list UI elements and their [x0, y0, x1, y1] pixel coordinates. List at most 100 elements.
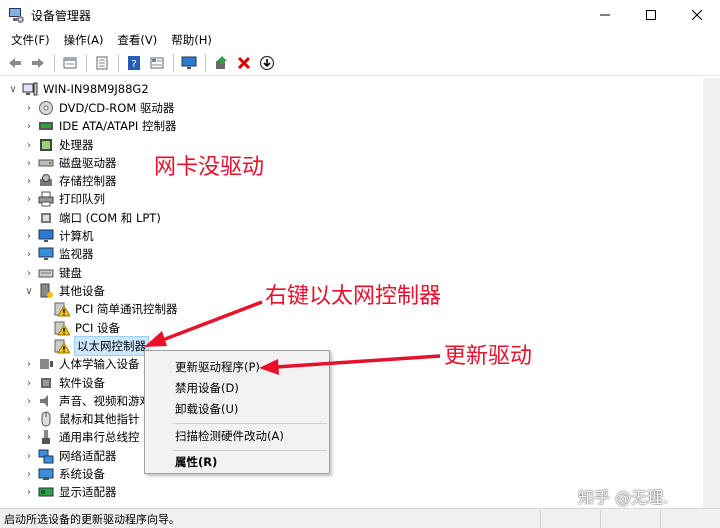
expand-chevron-icon[interactable]: ›: [24, 465, 34, 483]
hid-icon: [38, 356, 54, 372]
uninstall-icon: [237, 56, 251, 69]
toolbar-separator: [86, 53, 87, 72]
tree-item[interactable]: › 系统设备: [24, 465, 105, 483]
toolbar-separator: [173, 53, 174, 72]
tree-item-label: 其他设备: [59, 284, 105, 298]
maximize-button[interactable]: [628, 0, 674, 30]
properties-button[interactable]: [59, 52, 81, 74]
menu-help[interactable]: 帮助(H): [164, 30, 219, 50]
tree-item-label: 打印队列: [59, 192, 105, 206]
tree-item[interactable]: › 打印队列: [24, 190, 105, 208]
expand-chevron-icon[interactable]: ›: [24, 117, 34, 135]
expand-chevron-icon[interactable]: ›: [24, 136, 34, 154]
tree-item[interactable]: › 声音、视频和游戏: [24, 392, 151, 410]
tree-item[interactable]: PCI 设备: [40, 319, 120, 337]
collapse-chevron-icon[interactable]: ∨: [8, 80, 18, 98]
dvd-icon: [38, 100, 54, 116]
tree-item-label: 磁盘驱动器: [59, 156, 117, 170]
expand-chevron-icon[interactable]: ›: [24, 392, 34, 410]
expand-chevron-icon[interactable]: ›: [24, 245, 34, 263]
update-driver-button[interactable]: [210, 52, 232, 74]
system-device-icon: [38, 466, 54, 482]
tree-item[interactable]: › 鼠标和其他指针: [24, 410, 140, 428]
scan-button[interactable]: [256, 52, 278, 74]
list-icon: [96, 56, 108, 69]
tree-item-label: 软件设备: [59, 376, 105, 390]
uninstall-button[interactable]: [233, 52, 255, 74]
tree-item-label: 计算机: [59, 229, 94, 243]
expand-chevron-icon[interactable]: ›: [24, 410, 34, 428]
ctx-properties[interactable]: 属性(R): [145, 452, 329, 473]
tree-item[interactable]: › 端口 (COM 和 LPT): [24, 209, 161, 227]
menu-file[interactable]: 文件(F): [4, 30, 57, 50]
expand-chevron-icon[interactable]: ›: [24, 374, 34, 392]
tree-item-label: 声音、视频和游戏: [59, 394, 151, 408]
annotation-update-driver: 更新驱动: [444, 344, 533, 369]
menu-view[interactable]: 查看(V): [110, 30, 164, 50]
tree-item[interactable]: › 显示适配器: [24, 483, 117, 501]
menu-action[interactable]: 操作(A): [57, 30, 111, 50]
expand-chevron-icon[interactable]: ›: [24, 190, 34, 208]
tree-item[interactable]: › 处理器: [24, 136, 94, 154]
help-icon: ?: [128, 55, 140, 70]
annotation-right-click: 右键以太网控制器: [265, 284, 442, 309]
ctx-separator: [173, 450, 327, 451]
list-button[interactable]: [91, 52, 113, 74]
monitor-button[interactable]: [178, 52, 200, 74]
expand-chevron-icon[interactable]: ›: [24, 428, 34, 446]
expand-chevron-icon[interactable]: ›: [24, 355, 34, 373]
back-arrow-icon: [9, 57, 21, 68]
forward-button[interactable]: [27, 52, 49, 74]
tree-item-label: 鼠标和其他指针: [59, 412, 140, 426]
tree-item[interactable]: › 网络适配器: [24, 447, 117, 465]
svg-text:?: ?: [131, 59, 136, 70]
software-device-icon: [38, 375, 54, 391]
tree-item[interactable]: PCI 简单通讯控制器: [40, 300, 178, 318]
expand-chevron-icon[interactable]: ›: [24, 447, 34, 465]
view-button[interactable]: [146, 52, 168, 74]
help-button[interactable]: ?: [123, 52, 145, 74]
toolbar-separator: [205, 53, 206, 72]
expand-chevron-icon[interactable]: ›: [24, 172, 34, 190]
expand-chevron-icon[interactable]: ›: [24, 227, 34, 245]
tree-item[interactable]: › 监视器: [24, 245, 94, 263]
collapse-chevron-icon[interactable]: ∨: [24, 282, 34, 300]
tree-item-label: 端口 (COM 和 LPT): [59, 211, 161, 225]
context-menu: 更新驱动程序(P) 禁用设备(D) 卸载设备(U) 扫描检测硬件改动(A) 属性…: [144, 350, 330, 474]
ctx-scan-hardware[interactable]: 扫描检测硬件改动(A): [145, 426, 329, 447]
sound-icon: [38, 393, 54, 409]
back-button[interactable]: [4, 52, 26, 74]
expand-chevron-icon[interactable]: ›: [24, 264, 34, 282]
tree-item-label: 以太网控制器: [74, 336, 149, 356]
tree-item-selected[interactable]: 以太网控制器: [40, 336, 149, 356]
tree-item[interactable]: › 存储控制器: [24, 172, 117, 190]
vertical-scrollbar[interactable]: [703, 78, 720, 508]
tree-item[interactable]: › IDE ATA/ATAPI 控制器: [24, 117, 176, 135]
ctx-uninstall-device[interactable]: 卸载设备(U): [145, 399, 329, 420]
tree-item-label: 监视器: [59, 247, 94, 261]
tree-item[interactable]: ∨ 其他设备: [24, 282, 105, 300]
expand-chevron-icon[interactable]: ›: [24, 99, 34, 117]
tree-item[interactable]: › 键盘: [24, 264, 82, 282]
expand-chevron-icon[interactable]: ›: [24, 154, 34, 172]
ctx-disable-device[interactable]: 禁用设备(D): [145, 378, 329, 399]
printer-icon: [38, 191, 54, 207]
keyboard-icon: [38, 265, 54, 281]
tree-item[interactable]: › DVD/CD-ROM 驱动器: [24, 99, 174, 117]
expand-chevron-icon[interactable]: ›: [24, 209, 34, 227]
tree-root[interactable]: ∨ WIN-IN98M9J88G2: [8, 80, 148, 98]
ctx-update-driver[interactable]: 更新驱动程序(P): [145, 357, 329, 378]
processor-icon: [38, 137, 54, 153]
tree-item[interactable]: › 磁盘驱动器: [24, 154, 117, 172]
tree-item[interactable]: › 人体学输入设备: [24, 355, 140, 373]
tree-item[interactable]: › 计算机: [24, 227, 94, 245]
expand-chevron-icon[interactable]: ›: [24, 483, 34, 501]
close-button[interactable]: [674, 0, 720, 30]
tree-item[interactable]: › 软件设备: [24, 374, 105, 392]
minimize-icon: [600, 14, 610, 16]
tree-item[interactable]: › 通用串行总线控: [24, 428, 140, 446]
minimize-button[interactable]: [582, 0, 628, 30]
device-manager-icon: [8, 7, 24, 23]
monitor-icon: [181, 56, 197, 69]
